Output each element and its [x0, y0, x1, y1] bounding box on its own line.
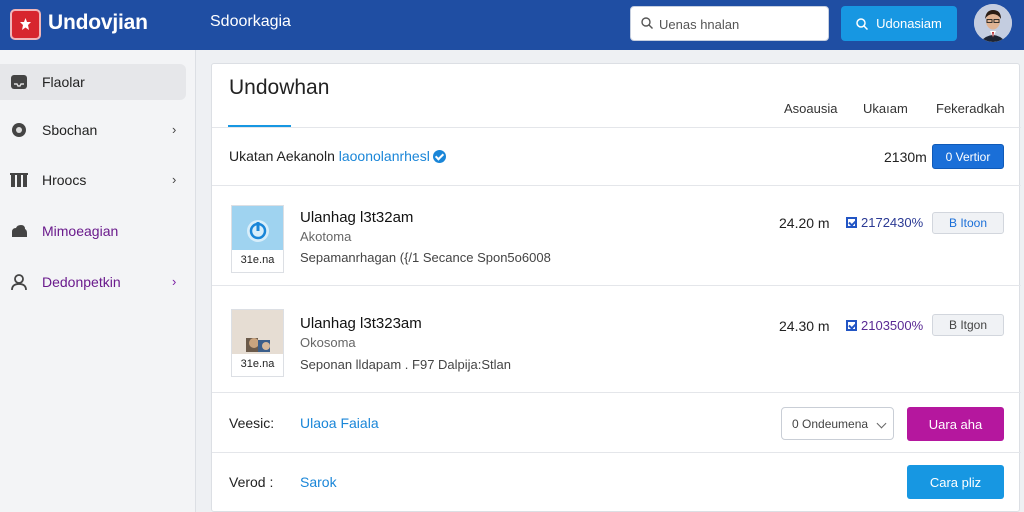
checkbox-icon[interactable] — [846, 217, 857, 228]
divider — [212, 452, 1021, 453]
info-row: Ukatan Aekanoln laoonolanrhesl — [229, 148, 446, 164]
page-title: Undowhan — [229, 76, 330, 99]
info-button[interactable]: 0 Vertior — [932, 144, 1004, 169]
chevron-right-icon: › — [172, 122, 177, 137]
sidebar-item-label: Mimoeagian — [42, 223, 119, 239]
item-title[interactable]: Ulanhag l3t323am — [300, 315, 422, 332]
primary-button[interactable]: Uara aha — [907, 407, 1004, 441]
divider — [212, 285, 1021, 286]
chevron-down-icon — [876, 418, 887, 429]
search-button[interactable]: Udonasiam — [841, 6, 957, 41]
thumbnail-caption: 31e.na — [240, 254, 275, 266]
info-link[interactable]: laoonolanrhesl — [339, 148, 430, 164]
item-meta: Sepamanrhagan ({/1 Secance Spon5o6008 — [300, 250, 551, 265]
sidebar-item-dedonpetkin[interactable]: Dedonpetkin › — [0, 264, 186, 300]
chevron-right-icon: › — [172, 172, 177, 187]
verified-icon — [432, 150, 446, 163]
divider — [212, 127, 1021, 128]
dropdown-value: 0 Ondeumena — [792, 417, 869, 431]
info-time: 2130m — [884, 149, 927, 165]
search-icon — [856, 17, 869, 30]
item-meta: Seponan lldapam . F97 Dalpija:Stlan — [300, 357, 512, 372]
divider — [212, 392, 1021, 393]
search-input[interactable] — [659, 13, 819, 35]
form-link[interactable]: Ulaoa Faiala — [300, 415, 379, 431]
top-bar: Undovjian Sdoorkagia Udonasiam — [0, 0, 1024, 50]
sidebar-item-label: Hroocs — [42, 172, 87, 188]
tab-asoausia[interactable]: Asoausia — [784, 101, 837, 116]
sidebar-item-label: Sbochan — [42, 122, 98, 138]
item-title[interactable]: Ulanhag l3t32am — [300, 209, 413, 226]
item-time: 24.30 m — [779, 318, 830, 334]
item-stat-value: 2172430% — [861, 215, 924, 230]
sidebar-item-sbochan[interactable]: Sbochan › — [0, 112, 186, 148]
form-label: Verod : — [229, 474, 274, 490]
thumbnail-caption: 31e.na — [240, 358, 275, 370]
tab-ukaiam[interactable]: Ukaıam — [863, 101, 908, 116]
main-card: Undowhan Asoausia Ukaıam Fekeradkah Ukat… — [211, 63, 1021, 512]
item-time: 24.20 m — [779, 215, 830, 231]
item-thumbnail[interactable]: 31e.na — [231, 205, 284, 273]
avatar[interactable] — [974, 4, 1012, 42]
nav-tab[interactable]: Sdoorkagia — [210, 13, 291, 31]
inbox-icon — [11, 75, 27, 89]
thumbnail-image — [232, 310, 283, 354]
search-button-label: Udonasiam — [876, 16, 942, 31]
logo-icon[interactable] — [10, 9, 41, 40]
sidebar-item-label: Flaolar — [42, 74, 85, 90]
thumbnail-image — [232, 206, 283, 250]
search-box[interactable] — [630, 6, 829, 41]
item-subtitle: Akotoma — [300, 229, 352, 244]
sidebar-item-hroocs[interactable]: Hroocs › — [0, 162, 186, 198]
item-tag-label: B Itgon — [948, 318, 988, 332]
item-stat: 2103500% — [846, 318, 923, 333]
tab-fekeradkah[interactable]: Fekeradkah — [936, 101, 1005, 116]
form-label: Veesic: — [229, 415, 275, 431]
item-stat: 2172430% — [846, 215, 923, 230]
item-stat-value: 2103500% — [861, 318, 924, 333]
library-icon — [10, 173, 28, 187]
options-dropdown[interactable]: 0 Ondeumena — [781, 407, 894, 440]
divider — [212, 185, 1021, 186]
search-icon — [641, 17, 653, 29]
sidebar-item-flaolar[interactable]: Flaolar — [0, 64, 186, 100]
sidebar-item-mimoeagian[interactable]: Mimoeagian — [0, 213, 186, 249]
user-icon — [11, 274, 27, 290]
checkbox-icon[interactable] — [846, 320, 857, 331]
info-prefix: Ukatan Aekanoln — [229, 148, 335, 164]
disc-icon — [12, 123, 26, 137]
form-link[interactable]: Sarok — [300, 474, 337, 490]
item-thumbnail[interactable]: 31e.na — [231, 309, 284, 377]
secondary-button[interactable]: Cara pliz — [907, 465, 1004, 499]
sidebar: Flaolar Sbochan › Hroocs › Mimoeagian De… — [0, 50, 196, 512]
chevron-right-icon: › — [172, 274, 177, 289]
item-subtitle: Okosoma — [300, 335, 356, 350]
brand-name[interactable]: Undovjian — [48, 11, 148, 35]
item-tag-button[interactable]: B Itgon — [932, 314, 1004, 336]
item-tag-label: B Itoon — [948, 216, 988, 230]
item-tag-button[interactable]: B Itoon — [932, 212, 1004, 234]
cloud-upload-icon — [12, 225, 27, 237]
sidebar-item-label: Dedonpetkin — [42, 274, 121, 290]
